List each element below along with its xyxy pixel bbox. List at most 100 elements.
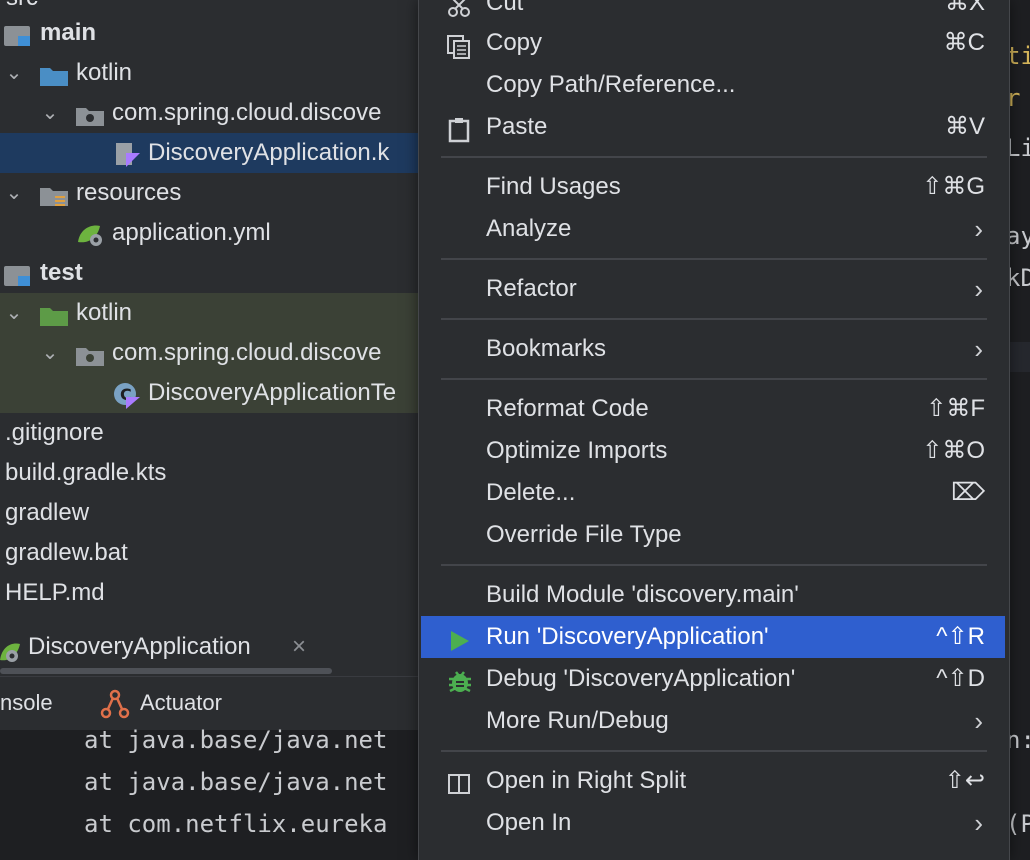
menu-separator	[441, 750, 987, 752]
menu-item-copy[interactable]: Copy ⌘C	[421, 22, 1005, 64]
tree-item-label: com.spring.cloud.discove	[112, 99, 382, 126]
menu-item-more-run-debug[interactable]: More Run/Debug ›	[421, 700, 1005, 742]
menu-item-label: Delete...	[486, 479, 576, 506]
shortcut: ^⇧R	[936, 623, 985, 650]
menu-item-cut[interactable]: Cut ⌘X	[421, 0, 1005, 24]
shortcut: ⌦	[951, 479, 985, 506]
tree-item-discovery-application[interactable]: DiscoveryApplication.k	[0, 133, 420, 173]
module-folder-icon	[4, 261, 32, 286]
menu-item-override-file-type[interactable]: Override File Type	[421, 514, 1005, 556]
submenu-arrow-icon: ›	[974, 808, 983, 838]
menu-item-label: Override File Type	[486, 521, 682, 548]
menu-item-open-in[interactable]: Open In ›	[421, 802, 1005, 844]
tree-item-label: HELP.md	[5, 579, 105, 606]
tree-item-kotlin-test[interactable]: ⌄ kotlin	[0, 293, 420, 333]
run-subtabs: nsole Actuator	[0, 676, 420, 731]
run-play-icon	[447, 625, 473, 651]
tree-item-gradlew[interactable]: gradlew	[0, 493, 420, 533]
chevron-down-icon[interactable]: ⌄	[39, 93, 61, 133]
kotlin-file-icon	[114, 141, 142, 167]
menu-separator	[441, 318, 987, 320]
shortcut: ^⇧D	[936, 665, 985, 692]
tree-item-package-main[interactable]: ⌄ com.spring.cloud.discove	[0, 93, 420, 133]
tree-item-label: com.spring.cloud.discove	[112, 339, 382, 366]
menu-item-label: Copy Path/Reference...	[486, 71, 736, 98]
run-tab-label: DiscoveryApplication	[28, 633, 251, 660]
menu-item-delete[interactable]: Delete... ⌦	[421, 472, 1005, 514]
menu-item-refactor[interactable]: Refactor ›	[421, 268, 1005, 310]
tree-item-label: DiscoveryApplication.k	[148, 139, 390, 166]
tree-item-application-yml[interactable]: application.yml	[0, 213, 420, 253]
active-tab-indicator	[0, 668, 332, 674]
shortcut: ⌘X	[944, 0, 985, 16]
menu-item-label: Analyze	[486, 215, 572, 242]
tree-item-help-md[interactable]: HELP.md	[0, 573, 420, 612]
package-icon	[76, 341, 104, 366]
shortcut: ⌘V	[944, 113, 985, 140]
split-view-icon	[447, 769, 473, 794]
tree-item-test[interactable]: test	[0, 253, 420, 293]
scissors-icon	[447, 0, 473, 17]
menu-item-label: Build Module 'discovery.main'	[486, 581, 799, 608]
chevron-down-icon[interactable]: ⌄	[3, 53, 25, 93]
menu-item-debug[interactable]: Debug 'DiscoveryApplication' ^⇧D	[421, 658, 1005, 700]
tree-item-resources[interactable]: ⌄ resources	[0, 173, 420, 213]
submenu-arrow-icon: ›	[974, 274, 983, 304]
tree-item-build-gradle[interactable]: build.gradle.kts	[0, 453, 420, 493]
package-icon	[76, 101, 104, 126]
tree-item-label: main	[40, 19, 97, 46]
shortcut: ⇧↩	[944, 767, 985, 794]
menu-item-build-module[interactable]: Build Module 'discovery.main'	[421, 574, 1005, 616]
menu-item-label: More Run/Debug	[486, 707, 669, 734]
menu-item-label: Copy	[486, 29, 543, 56]
console-output: at java.base/java.net at java.base/java.…	[0, 726, 420, 860]
menu-item-open-right-split[interactable]: Open in Right Split ⇧↩	[421, 760, 1005, 802]
tree-item-kotlin-main[interactable]: ⌄ kotlin	[0, 53, 420, 93]
chevron-down-icon[interactable]: ⌄	[39, 333, 61, 373]
tab-actuator[interactable]: Actuator	[140, 677, 222, 729]
menu-item-label: Cut	[486, 0, 524, 16]
spring-leaf-icon	[76, 221, 104, 246]
tree-item-main[interactable]: main	[0, 13, 420, 53]
tree-item-gitignore[interactable]: .gitignore	[0, 413, 420, 453]
menu-item-label: Optimize Imports	[486, 437, 668, 464]
run-tab-bar: DiscoveryApplication ×	[0, 624, 420, 674]
tree-item-label: gradlew	[5, 499, 90, 526]
menu-item-label: Open in Right Split	[486, 767, 687, 794]
menu-item-paste[interactable]: Paste ⌘V	[421, 106, 1005, 148]
menu-separator	[441, 378, 987, 380]
chevron-down-icon[interactable]: ⌄	[3, 293, 25, 333]
shortcut: ⇧⌘G	[922, 173, 985, 200]
menu-item-reformat-code[interactable]: Reformat Code ⇧⌘F	[421, 388, 1005, 430]
source-folder-icon	[40, 61, 68, 86]
menu-separator	[441, 258, 987, 260]
menu-item-copy-path[interactable]: Copy Path/Reference...	[421, 64, 1005, 106]
menu-item-bookmarks[interactable]: Bookmarks ›	[421, 328, 1005, 370]
chevron-down-icon[interactable]: ⌄	[3, 173, 25, 213]
tree-item-package-test[interactable]: ⌄ com.spring.cloud.discove	[0, 333, 420, 373]
debug-bug-icon	[447, 667, 473, 693]
menu-item-label: Open In	[486, 809, 572, 836]
menu-item-optimize-imports[interactable]: Optimize Imports ⇧⌘O	[421, 430, 1005, 472]
tree-item-label: resources	[76, 179, 182, 206]
tree-item-label: build.gradle.kts	[5, 459, 167, 486]
menu-item-label: Find Usages	[486, 173, 621, 200]
menu-item-find-usages[interactable]: Find Usages ⇧⌘G	[421, 166, 1005, 208]
menu-item-label: Run 'DiscoveryApplication'	[486, 623, 769, 650]
tree-item-gradlew-bat[interactable]: gradlew.bat	[0, 533, 420, 573]
shortcut: ⇧⌘F	[926, 395, 985, 422]
close-icon[interactable]: ×	[292, 624, 306, 670]
menu-separator	[441, 156, 987, 158]
menu-item-analyze[interactable]: Analyze ›	[421, 208, 1005, 250]
context-menu: Cut ⌘X Copy ⌘C Copy Path/Reference... Pa…	[418, 0, 1010, 860]
menu-item-run[interactable]: Run 'DiscoveryApplication' ^⇧R	[421, 616, 1005, 658]
console-line: at com.netflix.eureka	[84, 810, 388, 838]
menu-item-label: Reformat Code	[486, 395, 649, 422]
tree-item-label: DiscoveryApplicationTe	[148, 379, 397, 406]
tree-item-label: test	[40, 259, 83, 286]
tree-item-label: application.yml	[112, 219, 271, 246]
tab-console[interactable]: nsole	[0, 677, 53, 729]
actuator-icon	[100, 689, 130, 719]
tree-item-discovery-application-tests[interactable]: C DiscoveryApplicationTe	[0, 373, 420, 413]
test-folder-icon	[40, 301, 68, 326]
